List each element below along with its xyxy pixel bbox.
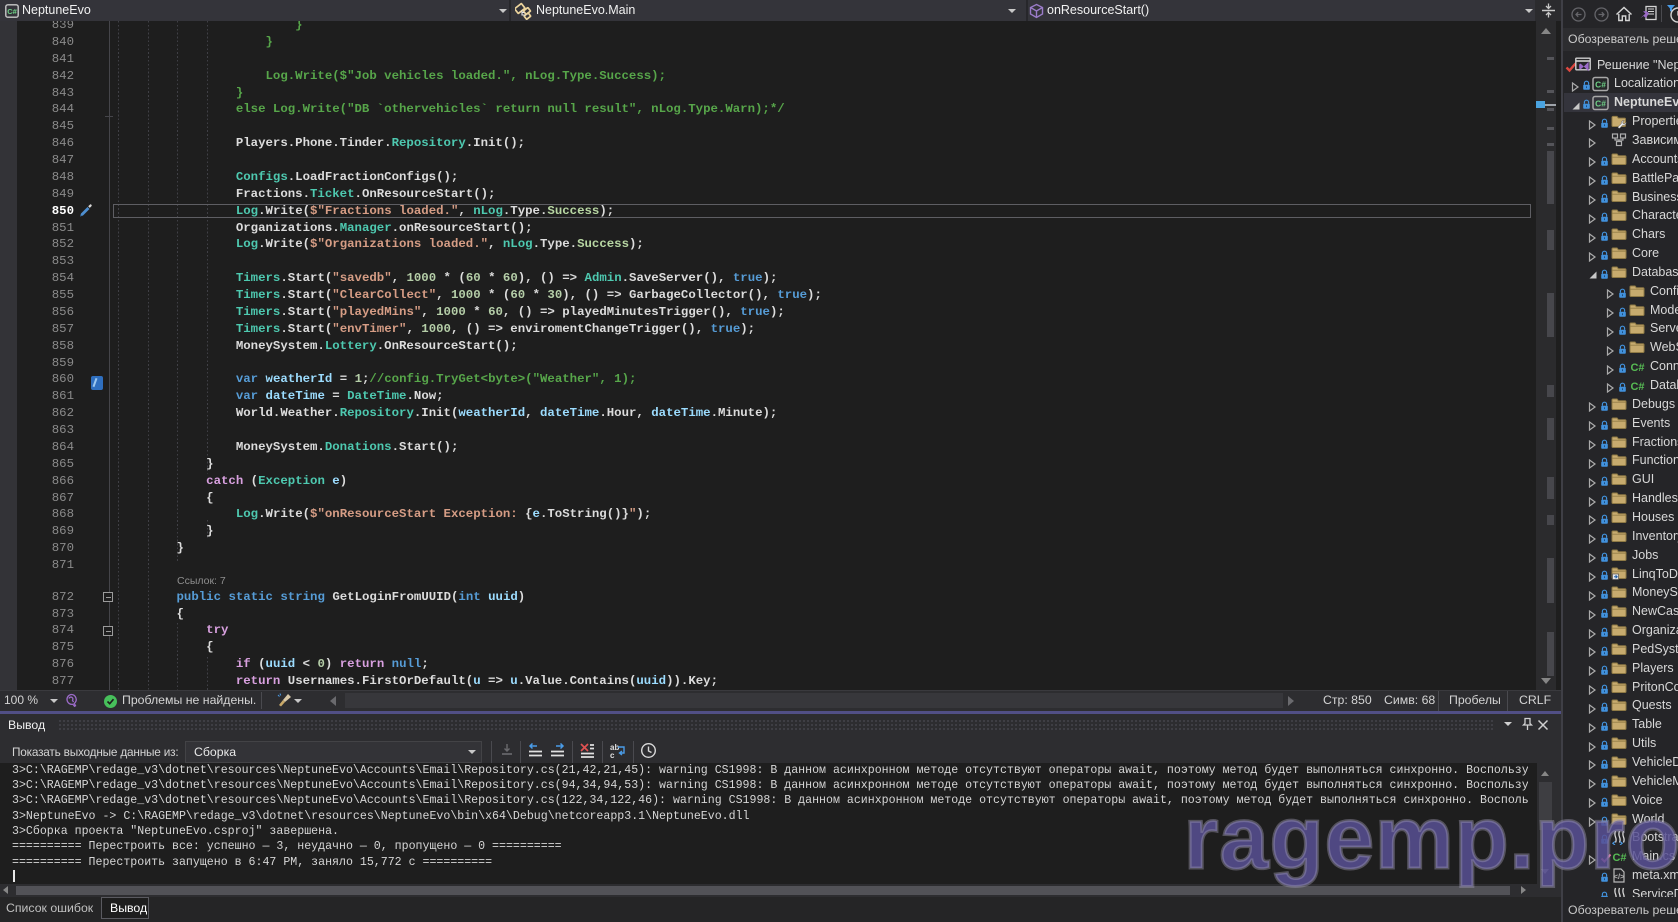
svg-text:C#: C#	[7, 7, 17, 16]
svg-text:C#: C#	[1630, 362, 1644, 374]
svg-text:C#: C#	[1595, 79, 1606, 89]
svg-text:C#: C#	[1595, 98, 1606, 108]
svg-text:C#: C#	[1630, 381, 1644, 393]
svg-text:c: c	[610, 751, 615, 760]
